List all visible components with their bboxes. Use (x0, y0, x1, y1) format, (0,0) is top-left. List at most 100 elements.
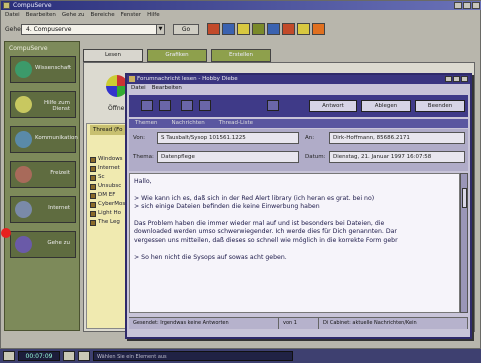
body-line: vergessen uns mitteilen, daß dieses so s… (134, 236, 398, 244)
menu-file[interactable]: Datei (131, 85, 146, 91)
minimize-button[interactable] (454, 2, 462, 9)
app-title: CompuServe (13, 2, 52, 9)
leisure-icon (15, 166, 32, 183)
menu-bar: Datei Bearbeiten Gehe zu Bereiche Fenste… (1, 11, 481, 20)
menu-goto[interactable]: Gehe zu (62, 11, 85, 20)
address-label: Gehe (5, 26, 21, 33)
record-indicator (1, 228, 11, 238)
close-message-button[interactable]: Beenden (415, 100, 465, 112)
menu-help[interactable]: Hilfe (147, 11, 160, 20)
to-label: An: (305, 135, 315, 141)
connection-icon[interactable] (3, 351, 15, 361)
close-button[interactable] (472, 2, 480, 9)
sidebar-item-kommunikation[interactable]: Kommunikation (10, 126, 78, 153)
date-label: Datum: (305, 154, 326, 160)
tab-lesen[interactable]: Lesen (83, 49, 143, 62)
minimize-button[interactable] (445, 76, 452, 82)
message-window: Forumnachricht lesen - Hobby Diebe Datei… (125, 73, 472, 339)
folder-icon (90, 165, 96, 172)
down-icon[interactable] (199, 100, 211, 111)
subject-label: Thema: (133, 154, 154, 160)
address-value: 4. Compuserve (26, 26, 72, 33)
sidebar-item-label: Gehe zu (47, 240, 70, 246)
internet-icon (15, 201, 32, 218)
sidebar-item-label: Internet (48, 205, 70, 211)
tab-grafiken[interactable]: Grafiken (147, 49, 207, 62)
reply-button[interactable]: Antwort (309, 100, 357, 112)
body-line: Das Problem haben die immer wieder mal a… (134, 219, 385, 227)
people-icon[interactable] (282, 23, 295, 35)
title-bar: CompuServe (1, 1, 481, 10)
menu-window[interactable]: Fenster (121, 11, 141, 20)
folder-icon (90, 156, 96, 163)
window-controls (445, 76, 468, 82)
bottom-status-bar: 00:07:09 Wählen Sie ein Element aus (0, 349, 481, 363)
greeting: Hallo, (134, 178, 152, 185)
message-title: Forumnachricht lesen - Hobby Diebe (137, 76, 238, 82)
mail-icon[interactable] (78, 351, 90, 361)
sidebar-item-freizeit[interactable]: Freizeit (10, 161, 76, 188)
address-field[interactable]: 4. Compuserve ▼ (21, 24, 165, 35)
message-title-bar: Forumnachricht lesen - Hobby Diebe (127, 75, 470, 84)
menu-file[interactable]: Datei (5, 11, 20, 20)
subject-field: Datenpflege (157, 151, 299, 163)
sidebar-item-label: Wissenschaft (35, 65, 72, 71)
folder-icon (90, 183, 96, 190)
sidebar-item-label: Hilfe zum Dienst (44, 100, 70, 112)
go-button[interactable]: Go (173, 24, 199, 35)
previous-icon[interactable] (141, 100, 153, 111)
sidebar-item-gehe-zu[interactable]: Gehe zu (10, 231, 76, 258)
folder-icon (90, 219, 96, 226)
toolbar (207, 23, 325, 35)
date-field: Dienstag, 21. Januar 1997 16:07:58 (329, 151, 465, 163)
sidebar-item-label: Kommunikation (35, 135, 78, 141)
body-line: downloaded werden umso schwerwiegender. … (134, 228, 397, 236)
status-cabinet: Di Cabinet: aktuelle Nachrichten/Kein (319, 318, 468, 329)
sidebar-title: CompuServe (9, 45, 48, 52)
close-button[interactable] (461, 76, 468, 82)
main-tabs: Lesen Grafiken Erstellen (83, 49, 275, 63)
up-icon[interactable] (181, 100, 193, 111)
file-button[interactable]: Ablegen (361, 100, 411, 112)
sidebar-item-internet[interactable]: Internet (10, 196, 76, 223)
tab-erstellen[interactable]: Erstellen (211, 49, 271, 62)
scrollbar-thumb[interactable] (462, 188, 467, 208)
help-icon (15, 96, 32, 113)
sidebar-item-wissenschaft[interactable]: Wissenschaft (10, 56, 76, 83)
menu-areas[interactable]: Bereiche (91, 11, 115, 20)
chevron-down-icon[interactable]: ▼ (156, 25, 164, 34)
print-icon[interactable] (267, 23, 280, 35)
list-header[interactable]: Thread (Fo (90, 125, 130, 135)
menu-edit[interactable]: Bearbeiten (152, 85, 182, 91)
maximize-button[interactable] (463, 2, 471, 9)
tab-nachrichten[interactable]: Nachrichten (171, 119, 204, 128)
status-count: von 1 (279, 318, 319, 329)
scrollbar[interactable] (460, 173, 468, 313)
status-text: Wählen Sie ein Element aus (93, 351, 293, 361)
maximize-button[interactable] (453, 76, 460, 82)
window-controls (454, 2, 480, 9)
message-icon (129, 76, 135, 82)
open-label: Öffne (108, 105, 125, 112)
from-label: Von: (133, 135, 146, 141)
stop-icon[interactable] (312, 23, 325, 35)
connection-time: 00:07:09 (18, 351, 60, 361)
file-icon[interactable] (252, 23, 265, 35)
application-window: CompuServe Datei Bearbeiten Gehe zu Bere… (0, 0, 481, 349)
help-icon[interactable] (297, 23, 310, 35)
address-row: Gehe 4. Compuserve ▼ Go (1, 23, 481, 37)
phone-icon[interactable] (207, 23, 220, 35)
menu-edit[interactable]: Bearbeiten (26, 11, 56, 20)
tab-themen[interactable]: Themen (135, 119, 157, 128)
from-field: S Tausbalt/Sysop 101561.1225 (157, 132, 299, 144)
globe-icon (15, 61, 32, 78)
folder-icon (90, 174, 96, 181)
mail-icon[interactable] (222, 23, 235, 35)
modem-icon[interactable] (63, 351, 75, 361)
next-icon[interactable] (159, 100, 171, 111)
forum-icon[interactable] (237, 23, 250, 35)
tab-thread-liste[interactable]: Thread-Liste (219, 119, 253, 128)
sidebar-item-hilfe[interactable]: Hilfe zum Dienst (10, 91, 76, 118)
message-body[interactable]: Hallo, > Wie kann ich es, daß sich in de… (129, 173, 460, 313)
print-icon[interactable] (267, 100, 279, 111)
